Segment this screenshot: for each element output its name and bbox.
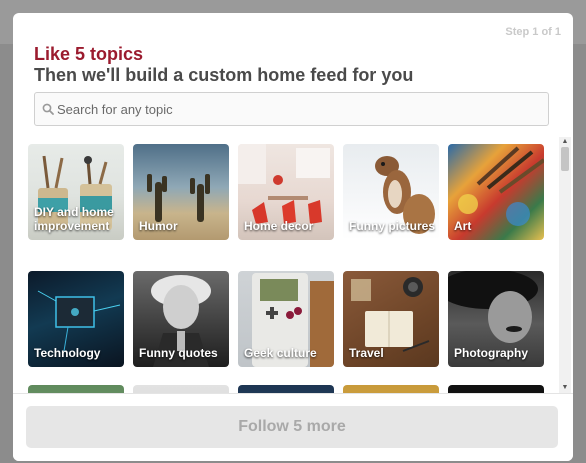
topic-tile-humor[interactable]: Humor [133,144,229,240]
topic-picker-modal: Step 1 of 1 Like 5 topics Then we'll bui… [13,13,573,461]
topic-label: Photography [454,346,528,360]
topic-search-box[interactable] [34,92,549,126]
topic-label: Funny quotes [139,346,218,360]
topic-tile-funny-quotes[interactable]: Funny quotes [133,271,229,367]
topic-tile-photography[interactable]: Photography [448,271,544,367]
topic-tile-technology[interactable]: Technology [28,271,124,367]
follow-more-button[interactable]: Follow 5 more [26,406,558,448]
topic-label: Art [454,219,472,233]
topic-label: Home decor [244,219,314,233]
topic-label: Technology [34,346,101,360]
topic-tile-partial[interactable] [28,385,124,393]
topic-tile-diy-and-home-improvement[interactable]: DIY and home improvement [28,144,124,240]
search-input[interactable] [57,93,537,125]
topic-label: Humor [139,219,178,233]
search-icon [42,103,54,115]
topic-label: Funny pictures [349,219,436,233]
modal-title: Like 5 topics [34,44,144,64]
step-indicator: Step 1 of 1 [505,26,561,38]
topic-label: DIY and home improvement [34,205,114,233]
topic-label: Travel [349,346,384,360]
modal-footer: Follow 5 more [13,393,573,461]
topic-tile-partial[interactable] [133,385,229,393]
topic-tile-travel[interactable]: Travel [343,271,439,367]
scrollbar-thumb[interactable] [561,147,569,171]
topic-grid: DIY and home improvement Humor Home deco… [13,137,573,393]
topic-tile-funny-pictures[interactable]: Funny pictures [343,144,439,240]
topic-tile-art[interactable]: Art [448,144,544,240]
scroll-up-icon[interactable]: ▲ [559,137,571,147]
topic-tile-home-decor[interactable]: Home decor [238,144,334,240]
modal-subtitle: Then we'll build a custom home feed for … [34,65,414,85]
topic-label: Geek culture [244,346,317,360]
topic-tile-partial[interactable] [238,385,334,393]
scroll-down-icon[interactable]: ▼ [559,383,571,393]
topic-grid-scrollbar[interactable]: ▲ ▼ [559,137,571,393]
topic-tile-partial[interactable] [448,385,544,393]
topic-tile-partial[interactable] [343,385,439,393]
topic-tile-geek-culture[interactable]: Geek culture [238,271,334,367]
